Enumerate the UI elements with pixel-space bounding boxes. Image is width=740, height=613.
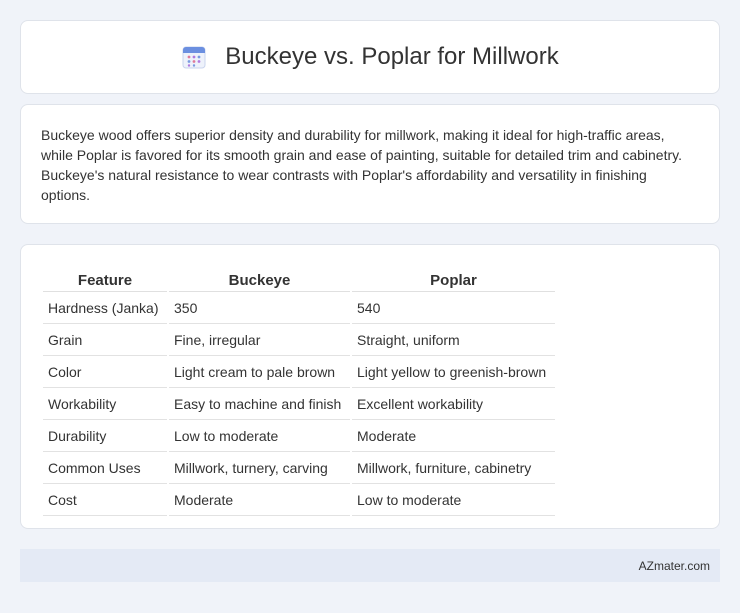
table-row: Durability Low to moderate Moderate (43, 422, 555, 452)
comparison-card: Feature Buckeye Poplar Hardness (Janka) … (20, 244, 720, 529)
calendar-icon (182, 46, 206, 69)
page-title: Buckeye vs. Poplar for Millwork (225, 43, 559, 70)
table-row: Hardness (Janka) 350 540 (43, 294, 555, 324)
footer-site-link[interactable]: AZmater.com (639, 559, 710, 573)
cell-feature: Color (43, 358, 167, 388)
cell-feature: Workability (43, 390, 167, 420)
cell-buckeye: Millwork, turnery, carving (169, 454, 350, 484)
table-row: Grain Fine, irregular Straight, uniform (43, 326, 555, 356)
title-card: Buckeye vs. Poplar for Millwork (20, 20, 720, 94)
cell-buckeye: Easy to machine and finish (169, 390, 350, 420)
cell-feature: Cost (43, 486, 167, 516)
cell-buckeye: Fine, irregular (169, 326, 350, 356)
table-row: Common Uses Millwork, turnery, carving M… (43, 454, 555, 484)
header-buckeye: Buckeye (169, 269, 350, 292)
cell-poplar: 540 (352, 294, 555, 324)
table-row: Cost Moderate Low to moderate (43, 486, 555, 516)
cell-poplar: Millwork, furniture, cabinetry (352, 454, 555, 484)
cell-poplar: Light yellow to greenish-brown (352, 358, 555, 388)
cell-poplar: Moderate (352, 422, 555, 452)
cell-buckeye: 350 (169, 294, 350, 324)
cell-buckeye: Low to moderate (169, 422, 350, 452)
cell-poplar: Excellent workability (352, 390, 555, 420)
cell-feature: Grain (43, 326, 167, 356)
cell-poplar: Low to moderate (352, 486, 555, 516)
header-poplar: Poplar (352, 269, 555, 292)
cell-buckeye: Moderate (169, 486, 350, 516)
title-wrap: Buckeye vs. Poplar for Millwork (181, 43, 559, 71)
cell-feature: Common Uses (43, 454, 167, 484)
table-header-row: Feature Buckeye Poplar (43, 269, 555, 292)
comparison-table: Feature Buckeye Poplar Hardness (Janka) … (41, 267, 557, 518)
cell-feature: Hardness (Janka) (43, 294, 167, 324)
cell-poplar: Straight, uniform (352, 326, 555, 356)
description-card: Buckeye wood offers superior density and… (20, 104, 720, 224)
description-text: Buckeye wood offers superior density and… (41, 127, 682, 203)
header-feature: Feature (43, 269, 167, 292)
footer: AZmater.com (20, 549, 720, 582)
cell-buckeye: Light cream to pale brown (169, 358, 350, 388)
cell-feature: Durability (43, 422, 167, 452)
table-row: Color Light cream to pale brown Light ye… (43, 358, 555, 388)
table-row: Workability Easy to machine and finish E… (43, 390, 555, 420)
